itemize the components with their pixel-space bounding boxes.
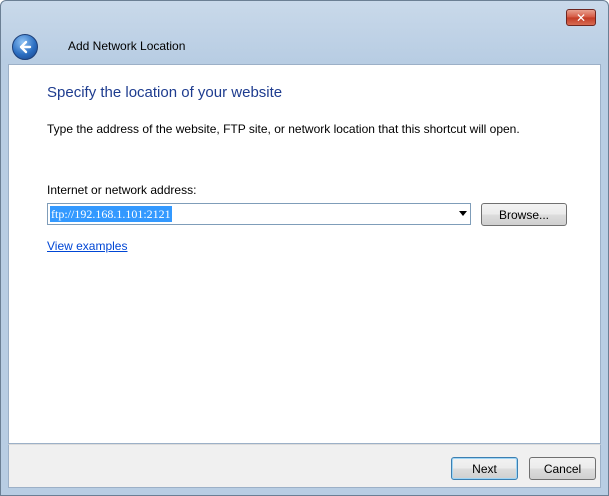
add-network-location-window: ✕ Add Network Location Specify the locat… [0,0,609,496]
title-bar[interactable]: ✕ [1,1,608,31]
page-heading: Specify the location of your website [47,84,283,101]
address-combobox[interactable]: ftp://192.168.1.101:2121 [47,203,471,225]
page-description: Type the address of the website, FTP sit… [47,122,520,136]
close-icon: ✕ [575,10,587,25]
wizard-header: Add Network Location [1,31,608,64]
back-button[interactable] [12,34,38,60]
next-button[interactable]: Next [451,457,518,480]
content-panel: Specify the location of your website Typ… [8,64,601,444]
cancel-button[interactable]: Cancel [529,457,596,480]
close-button[interactable]: ✕ [566,9,596,26]
footer-bar: Next Cancel [8,444,601,488]
address-label: Internet or network address: [47,183,197,197]
view-examples-link[interactable]: View examples [47,239,127,253]
chevron-down-icon[interactable] [459,211,467,216]
address-input[interactable]: ftp://192.168.1.101:2121 [50,206,172,222]
browse-button[interactable]: Browse... [481,203,567,226]
back-arrow-icon [19,40,32,54]
dialog-title: Add Network Location [68,39,186,53]
